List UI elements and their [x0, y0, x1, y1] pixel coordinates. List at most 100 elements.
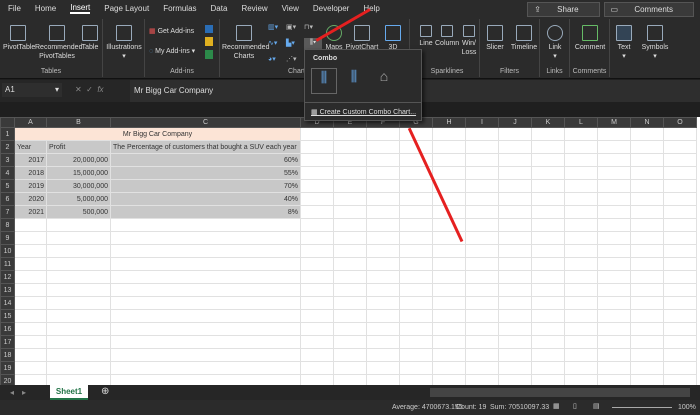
cell[interactable]: [531, 244, 565, 258]
cell[interactable]: [531, 348, 565, 362]
header-cell[interactable]: The Percentage of customers that bought …: [110, 140, 301, 154]
cell[interactable]: [366, 218, 400, 232]
cell[interactable]: [663, 218, 697, 232]
cell[interactable]: [300, 257, 334, 271]
cell[interactable]: [300, 127, 334, 141]
row-header[interactable]: 5: [0, 179, 15, 193]
cell[interactable]: [14, 296, 47, 310]
menu-review[interactable]: Review: [241, 4, 267, 13]
cell[interactable]: [663, 348, 697, 362]
cell[interactable]: [432, 283, 466, 297]
cell[interactable]: [14, 322, 47, 336]
cell[interactable]: [630, 127, 664, 141]
data-cell[interactable]: 55%: [110, 166, 301, 180]
cell[interactable]: [366, 153, 400, 167]
cell[interactable]: [498, 309, 532, 323]
cell[interactable]: [663, 244, 697, 258]
data-cell[interactable]: 40%: [110, 192, 301, 206]
cell[interactable]: [300, 283, 334, 297]
row-header[interactable]: 17: [0, 335, 15, 349]
cell[interactable]: [531, 270, 565, 284]
cell[interactable]: [300, 218, 334, 232]
text-button[interactable]: Text ▾: [612, 25, 636, 61]
pivottable-button[interactable]: PivotTable: [3, 25, 35, 52]
data-cell[interactable]: 70%: [110, 179, 301, 193]
cell[interactable]: [597, 335, 631, 349]
cell[interactable]: [531, 127, 565, 141]
cell[interactable]: [300, 140, 334, 154]
cell[interactable]: [432, 244, 466, 258]
data-cell[interactable]: 30,000,000: [46, 179, 111, 193]
cell[interactable]: [630, 205, 664, 219]
cell[interactable]: [333, 127, 367, 141]
cell[interactable]: [110, 257, 301, 271]
cell[interactable]: [630, 322, 664, 336]
cell[interactable]: [498, 153, 532, 167]
cell[interactable]: [630, 361, 664, 375]
cell[interactable]: [14, 283, 47, 297]
cell[interactable]: [465, 283, 499, 297]
row-header[interactable]: 10: [0, 244, 15, 258]
comment-button[interactable]: Comment: [572, 25, 608, 52]
cell[interactable]: [366, 140, 400, 154]
column-header[interactable]: J: [498, 117, 532, 128]
cell[interactable]: [110, 309, 301, 323]
row-header[interactable]: 2: [0, 140, 15, 154]
cell[interactable]: [498, 270, 532, 284]
cell[interactable]: [663, 309, 697, 323]
people-graph-icon[interactable]: [205, 50, 213, 59]
cell[interactable]: [333, 153, 367, 167]
column-header[interactable]: I: [465, 117, 499, 128]
cell[interactable]: [399, 296, 433, 310]
column-chart-button[interactable]: ▥▾: [268, 23, 278, 32]
cell[interactable]: [465, 322, 499, 336]
row-header[interactable]: 14: [0, 296, 15, 310]
cell[interactable]: [564, 335, 598, 349]
cell[interactable]: [300, 322, 334, 336]
cell[interactable]: [498, 127, 532, 141]
cell[interactable]: [531, 179, 565, 193]
cell[interactable]: [465, 348, 499, 362]
cell[interactable]: [630, 192, 664, 206]
cell[interactable]: [110, 322, 301, 336]
cell[interactable]: [366, 322, 400, 336]
cell[interactable]: [432, 374, 466, 385]
cell[interactable]: [663, 361, 697, 375]
row-header[interactable]: 3: [0, 153, 15, 167]
cell[interactable]: [564, 140, 598, 154]
cell[interactable]: [333, 296, 367, 310]
page-break-view-icon[interactable]: ▤: [593, 402, 600, 410]
cell[interactable]: [399, 270, 433, 284]
cell[interactable]: [432, 361, 466, 375]
table-button[interactable]: Table: [80, 25, 100, 52]
cell[interactable]: [597, 257, 631, 271]
cell[interactable]: [366, 244, 400, 258]
cell[interactable]: [465, 153, 499, 167]
cell[interactable]: [663, 140, 697, 154]
cell[interactable]: [630, 374, 664, 385]
cell[interactable]: [531, 283, 565, 297]
data-cell[interactable]: 60%: [110, 153, 301, 167]
column-header[interactable]: K: [531, 117, 565, 128]
column-header[interactable]: L: [564, 117, 598, 128]
cell[interactable]: [432, 335, 466, 349]
cell[interactable]: [498, 244, 532, 258]
cell[interactable]: [597, 231, 631, 245]
cell[interactable]: [597, 179, 631, 193]
cell[interactable]: [465, 231, 499, 245]
cell[interactable]: [564, 192, 598, 206]
cell[interactable]: [564, 244, 598, 258]
row-header[interactable]: 18: [0, 348, 15, 362]
cell[interactable]: [630, 140, 664, 154]
cell[interactable]: [333, 192, 367, 206]
cell[interactable]: [46, 335, 111, 349]
cell[interactable]: [110, 218, 301, 232]
cell[interactable]: [46, 322, 111, 336]
cell[interactable]: [564, 322, 598, 336]
cell[interactable]: [465, 127, 499, 141]
data-cell[interactable]: 2019: [14, 179, 47, 193]
data-cell[interactable]: 2020: [14, 192, 47, 206]
cell[interactable]: [498, 166, 532, 180]
scatter-chart-button[interactable]: ⋰▾: [286, 55, 297, 64]
cell[interactable]: [597, 322, 631, 336]
